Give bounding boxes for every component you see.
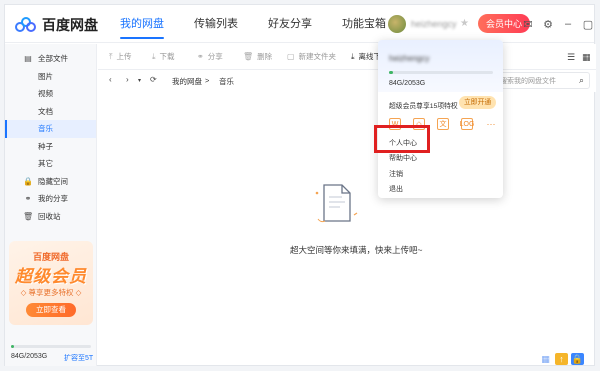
mail-icon[interactable]: ✉ bbox=[520, 17, 536, 31]
offline-download-button[interactable]: ⤓ 离线下 bbox=[351, 51, 381, 62]
maximize-icon[interactable]: ▢ bbox=[580, 17, 596, 31]
vip-promo-banner[interactable]: 百度网盘 超级会员 ◇ 尊享更多特权 ◇ 立即查看 bbox=[9, 241, 93, 325]
title-bar: 百度网盘 我的网盘 传输列表 好友分享 功能宝箱 heizhengcy ★ 会员… bbox=[5, 5, 594, 43]
storage-bar bbox=[11, 345, 91, 348]
upload-icon: ⤒ bbox=[109, 51, 113, 61]
search-placeholder: 搜索我的网盘文件 bbox=[500, 78, 556, 85]
user-dropdown-menu: heizhengcy 84G/2053G 超级会员尊享15项特权 立即开通 W … bbox=[378, 40, 503, 198]
sidebar-item-my-shares[interactable]: ⚭ 我的分享 bbox=[5, 190, 96, 208]
tab-my-disk[interactable]: 我的网盘 bbox=[105, 5, 179, 43]
download-button[interactable]: ⤓ 下载 bbox=[152, 51, 175, 62]
main-nav: 我的网盘 传输列表 好友分享 功能宝箱 bbox=[105, 5, 401, 43]
app-name: 百度网盘 bbox=[42, 17, 98, 33]
sidebar: ▤ 全部文件 图片 视频 文档 音乐 种子 其它 🔒 隐藏空间 ⚭ 我的分享 🗑… bbox=[5, 44, 97, 366]
share-button[interactable]: ⚭ 分享 bbox=[197, 51, 223, 62]
popup-storage-usage: 84G/2053G bbox=[389, 80, 426, 87]
sidebar-item-other[interactable]: 其它 bbox=[5, 155, 96, 173]
tab-friend-share[interactable]: 好友分享 bbox=[253, 5, 327, 43]
share-label: 分享 bbox=[207, 52, 223, 61]
path-bar: ‹ › ▾ ⟳ 我的网盘 > 音乐 搜索我的网盘文件 ⌕ bbox=[98, 70, 596, 92]
trash-icon: 🗑 bbox=[243, 52, 254, 61]
forward-icon[interactable]: › bbox=[126, 75, 129, 84]
expand-storage-link[interactable]: 扩容至5T bbox=[64, 353, 93, 363]
more-icon[interactable]: ··· bbox=[485, 118, 497, 130]
new-folder-button[interactable]: ▢ 新建文件夹 bbox=[287, 51, 336, 62]
toolbar: ⤒ 上传 ⤓ 下载 ⚭ 分享 🗑 删除 ▢ 新建文件夹 ⤓ 离线下 ☰ ▦ bbox=[98, 44, 596, 70]
promo-headline: 超级会员 bbox=[15, 267, 87, 286]
menu-item-help-center[interactable]: 帮助中心 bbox=[389, 153, 417, 163]
popup-header: heizhengcy 84G/2053G bbox=[378, 40, 503, 92]
vip-privilege-text: 超级会员尊享15项特权 bbox=[389, 103, 458, 110]
file-list-icon: ▤ bbox=[24, 54, 32, 64]
view-mode-icon[interactable]: ▦ bbox=[582, 52, 591, 63]
new-folder-label: 新建文件夹 bbox=[298, 52, 337, 61]
sidebar-item-hidden-space[interactable]: 🔒 隐藏空间 bbox=[5, 173, 96, 191]
back-icon[interactable]: ‹ bbox=[109, 75, 112, 84]
search-icon[interactable]: ⌕ bbox=[579, 75, 584, 86]
highlight-box bbox=[374, 125, 430, 153]
storage-bar-fill bbox=[11, 345, 15, 348]
menu-item-logout[interactable]: 注销 bbox=[389, 169, 403, 179]
promo-subtitle: ◇ 尊享更多特权 ◇ bbox=[20, 288, 82, 297]
offline-download-icon: ⤓ bbox=[351, 51, 355, 61]
share-icon: ⚭ bbox=[24, 194, 32, 204]
storage-usage: 84G/2053G bbox=[11, 353, 48, 360]
sidebar-item-images[interactable]: 图片 bbox=[5, 68, 96, 86]
lock-icon[interactable]: 🔒 bbox=[571, 353, 584, 365]
tab-transfer-list[interactable]: 传输列表 bbox=[179, 5, 253, 43]
breadcrumb-separator: > bbox=[205, 76, 210, 85]
privilege-document-icon[interactable]: 文 bbox=[437, 118, 449, 130]
breadcrumb-current: 音乐 bbox=[219, 77, 234, 86]
app-grid-icon[interactable]: ▦ bbox=[539, 353, 552, 365]
delete-button[interactable]: 🗑 删除 bbox=[243, 51, 272, 62]
app-logo: 百度网盘 bbox=[15, 15, 98, 35]
username[interactable]: heizhengcy bbox=[411, 19, 457, 29]
privilege-log-icon[interactable]: LOG bbox=[460, 118, 474, 130]
sort-icon[interactable]: ☰ bbox=[567, 52, 575, 63]
sidebar-item-label: 我的分享 bbox=[38, 194, 68, 204]
empty-folder-illustration bbox=[315, 184, 358, 223]
sidebar-item-all-files[interactable]: ▤ 全部文件 bbox=[5, 50, 96, 68]
trash-icon: 🗑 bbox=[23, 211, 34, 221]
window-controls: ✉ ⚙ – ▢ ✕ bbox=[520, 17, 600, 31]
share-icon: ⚭ bbox=[197, 52, 204, 61]
sidebar-item-videos[interactable]: 视频 bbox=[5, 85, 96, 103]
sidebar-item-torrents[interactable]: 种子 bbox=[5, 138, 96, 156]
level-star-icon: ★ bbox=[460, 18, 469, 29]
popup-username: heizhengcy bbox=[389, 54, 430, 63]
upload-task-icon[interactable]: ↑ bbox=[555, 353, 568, 365]
view-now-button[interactable]: 立即查看 bbox=[26, 303, 76, 317]
history-dropdown-icon[interactable]: ▾ bbox=[138, 77, 141, 84]
avatar[interactable] bbox=[388, 14, 406, 33]
menu-item-exit[interactable]: 退出 bbox=[389, 184, 403, 194]
new-folder-icon: ▢ bbox=[287, 52, 295, 61]
upload-label: 上传 bbox=[116, 52, 132, 61]
download-icon: ⤓ bbox=[152, 51, 156, 61]
sidebar-item-recycle-bin[interactable]: 🗑 回收站 bbox=[5, 208, 96, 226]
breadcrumb-root[interactable]: 我的网盘 bbox=[172, 76, 202, 87]
refresh-icon[interactable]: ⟳ bbox=[150, 75, 157, 84]
lock-icon: 🔒 bbox=[23, 176, 33, 186]
sidebar-item-music[interactable]: 音乐 bbox=[5, 120, 96, 138]
sidebar-item-label: 隐藏空间 bbox=[38, 176, 68, 186]
popup-storage-bar-fill bbox=[389, 71, 394, 74]
cloud-logo-icon bbox=[15, 17, 37, 33]
bottom-toolbar: ▦ ↑ 🔒 bbox=[536, 353, 584, 365]
sidebar-item-label: 全部文件 bbox=[38, 54, 68, 64]
gear-icon[interactable]: ⚙ bbox=[540, 17, 556, 31]
upload-button[interactable]: ⤒ 上传 bbox=[109, 51, 132, 62]
empty-state-message: 超大空间等你来填满，快来上传吧~ bbox=[290, 245, 423, 255]
app-window: 百度网盘 我的网盘 传输列表 好友分享 功能宝箱 heizhengcy ★ 会员… bbox=[4, 4, 596, 366]
sidebar-item-documents[interactable]: 文档 bbox=[5, 103, 96, 121]
delete-label: 删除 bbox=[257, 52, 273, 61]
minimize-icon[interactable]: – bbox=[560, 17, 576, 31]
user-area: heizhengcy ★ 会员中心 bbox=[388, 14, 530, 33]
open-vip-button[interactable]: 立即开通 bbox=[459, 96, 497, 109]
download-label: 下载 bbox=[159, 52, 175, 61]
sidebar-item-label: 回收站 bbox=[38, 211, 61, 221]
popup-storage-bar bbox=[389, 71, 493, 74]
